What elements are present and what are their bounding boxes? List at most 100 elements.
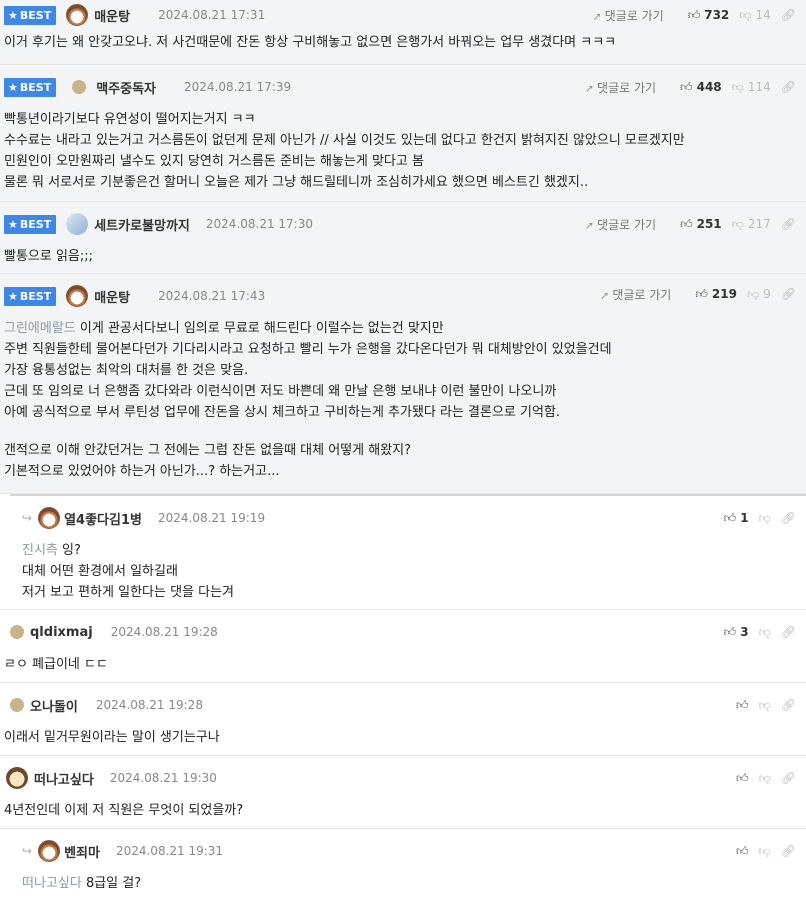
goto-comment-link[interactable]: ➚ 댓글로 가기 — [585, 79, 656, 96]
downvote-button[interactable]: 👎︎ 114 — [732, 80, 771, 95]
goto-comment-link[interactable]: ➚ 댓글로 가기 — [600, 286, 671, 303]
nickname[interactable]: 오나돌이 — [30, 696, 78, 715]
mention-link[interactable]: 그린에메랄드 — [4, 321, 76, 336]
link-button[interactable]: 🔗︎ — [781, 625, 796, 639]
avatar[interactable] — [38, 507, 61, 529]
nickname[interactable]: 매운탕 — [94, 6, 130, 25]
best-comment: ★ BEST 매운탕 2024.08.21 17:31 ➚ 댓글로 가기 👍︎ 732… — [0, 0, 806, 65]
arrow-icon: ➚ — [584, 81, 595, 95]
reply-comment: ↪ 벤죄마 2024.08.21 19:31 👍︎ 👎︎ 🔗︎ 떠나고싶다 8급… — [0, 829, 806, 899]
avatar[interactable] — [66, 4, 89, 26]
comment-date: 2024.08.21 19:30 — [109, 771, 217, 785]
goto-comment-link[interactable]: ➚ 댓글로 가기 — [585, 216, 656, 233]
avatar[interactable] — [38, 840, 61, 862]
upvote-button[interactable]: 👍︎ 732 — [688, 8, 730, 23]
thumbs-down-icon: 👎︎ — [758, 624, 771, 639]
thumbs-up-icon: 👍︎ — [736, 697, 749, 712]
link-icon: 🔗︎ — [780, 8, 796, 22]
goto-comment-link[interactable]: ➚ 댓글로 가기 — [592, 7, 663, 24]
comment-body: ㄹㅇ 폐급이네 ㄷㄷ — [4, 657, 108, 672]
comment-date: 2024.08.21 17:31 — [158, 8, 266, 22]
comment-date: 2024.08.21 17:39 — [184, 80, 292, 94]
thumbs-down-icon: 👎︎ — [758, 770, 771, 785]
nickname[interactable]: 세트카로불망까지 — [94, 215, 190, 234]
thumbs-down-icon: 👎︎ — [731, 216, 744, 231]
upvote-button[interactable]: 👍︎ — [736, 771, 749, 786]
link-button[interactable]: 🔗︎ — [781, 511, 796, 525]
avatar[interactable] — [10, 625, 24, 639]
avatar[interactable] — [66, 213, 89, 235]
comment: 떠나고싶다 2024.08.21 19:30 👍︎ 👎︎ 🔗︎ 4년전인데 이제… — [0, 756, 806, 829]
best-badge: ★ BEST — [4, 77, 57, 97]
comment-body: 그린에메랄드 이게 관공서다보니 임의로 무료로 해드린다 이럴수는 없는건 맞… — [4, 321, 612, 479]
link-icon: 🔗︎ — [780, 625, 796, 639]
best-comment: ★ BEST 매운탕 2024.08.21 17:43 ➚ 댓글로 가기 👍︎ 219… — [0, 274, 806, 494]
thumbs-down-icon: 👎︎ — [758, 697, 771, 712]
mention-link[interactable]: 떠나고싶다 — [22, 876, 82, 891]
downvote-button[interactable]: 👎︎ — [759, 771, 771, 786]
thumbs-up-icon: 👍︎ — [736, 843, 749, 858]
downvote-button[interactable]: 👎︎ — [759, 625, 771, 640]
best-comment: ★ BEST 세트카로불망까지 2024.08.21 17:30 ➚ 댓글로 가기 … — [0, 202, 806, 274]
upvote-button[interactable]: 👍︎ — [736, 844, 749, 859]
upvote-button[interactable]: 👍︎ 251 — [680, 217, 722, 232]
avatar[interactable] — [66, 285, 89, 307]
link-icon: 🔗︎ — [780, 80, 796, 94]
comment-date: 2024.08.21 19:28 — [95, 698, 203, 712]
comment-list: ★ BEST 매운탕 2024.08.21 17:31 ➚ 댓글로 가기 👍︎ 732… — [0, 0, 806, 899]
link-button[interactable]: 🔗︎ — [781, 698, 796, 712]
comment-date: 2024.08.21 19:31 — [115, 844, 224, 858]
arrow-icon: ➚ — [584, 218, 595, 232]
upvote-button[interactable]: 👍︎ — [736, 698, 749, 713]
link-button[interactable]: 🔗︎ — [781, 80, 796, 94]
thumbs-up-icon: 👍︎ — [680, 216, 693, 231]
nickname[interactable]: qldixmaj — [30, 625, 93, 640]
best-badge: ★ BEST — [4, 286, 57, 306]
nickname[interactable]: 맥주중독자 — [96, 78, 156, 97]
nickname[interactable]: 매운탕 — [94, 287, 130, 306]
comment-date: 2024.08.21 19:19 — [157, 511, 266, 525]
thumbs-down-icon: 👎︎ — [758, 843, 771, 858]
arrow-icon: ➚ — [592, 9, 602, 23]
downvote-button[interactable]: 👎︎ 217 — [732, 217, 771, 232]
upvote-button[interactable]: 👍︎ 3 — [724, 625, 749, 640]
downvote-button[interactable]: 👎︎ — [759, 511, 771, 526]
comment-date: 2024.08.21 17:43 — [158, 289, 266, 303]
comment-body: 이래서 밑거무원이라는 말이 생기는구나 — [4, 730, 220, 745]
reply-arrow-icon: ↪ — [22, 844, 33, 858]
link-button[interactable]: 🔗︎ — [781, 8, 796, 22]
comment-date: 2024.08.21 17:30 — [205, 217, 313, 231]
downvote-button[interactable]: 👎︎ — [759, 698, 771, 713]
comment-body: 떠나고싶다 8급일 걸? — [22, 876, 142, 891]
star-icon: ★ — [8, 8, 18, 22]
upvote-button[interactable]: 👍︎ 1 — [724, 511, 749, 526]
link-button[interactable]: 🔗︎ — [781, 287, 796, 301]
downvote-button[interactable]: 👎︎ — [759, 844, 771, 859]
best-comment: ★ BEST 맥주중독자 2024.08.21 17:39 ➚ 댓글로 가기 👍︎ 4… — [0, 65, 806, 202]
best-badge: ★ BEST — [4, 214, 57, 234]
link-icon: 🔗︎ — [780, 217, 796, 231]
link-icon: 🔗︎ — [780, 844, 796, 858]
avatar[interactable] — [72, 80, 87, 94]
reply-arrow-icon: ↪ — [22, 511, 33, 525]
nickname[interactable]: 떠나고싶다 — [34, 769, 94, 788]
link-icon: 🔗︎ — [780, 511, 796, 525]
link-button[interactable]: 🔗︎ — [781, 844, 796, 858]
downvote-button[interactable]: 👎︎ 14 — [739, 8, 770, 23]
thumbs-up-icon: 👍︎ — [723, 510, 737, 525]
mention-link[interactable]: 진시측 — [22, 543, 58, 558]
link-button[interactable]: 🔗︎ — [781, 217, 796, 231]
upvote-button[interactable]: 👍︎ 219 — [695, 287, 737, 302]
link-button[interactable]: 🔗︎ — [781, 771, 796, 785]
thumbs-down-icon: 👎︎ — [739, 7, 752, 22]
thumbs-down-icon: 👎︎ — [758, 510, 771, 525]
avatar[interactable] — [6, 767, 28, 789]
upvote-button[interactable]: 👍︎ 448 — [680, 80, 722, 95]
downvote-button[interactable]: 👎︎ 9 — [747, 287, 771, 302]
link-icon: 🔗︎ — [780, 287, 796, 301]
comment: 오나돌이 2024.08.21 19:28 👍︎ 👎︎ 🔗︎ 이래서 밑거무원이… — [0, 683, 806, 756]
avatar[interactable] — [10, 698, 24, 712]
nickname[interactable]: 벤죄마 — [64, 842, 100, 861]
nickname[interactable]: 열4좋다김1병 — [64, 509, 142, 528]
thumbs-up-icon: 👍︎ — [695, 286, 708, 301]
